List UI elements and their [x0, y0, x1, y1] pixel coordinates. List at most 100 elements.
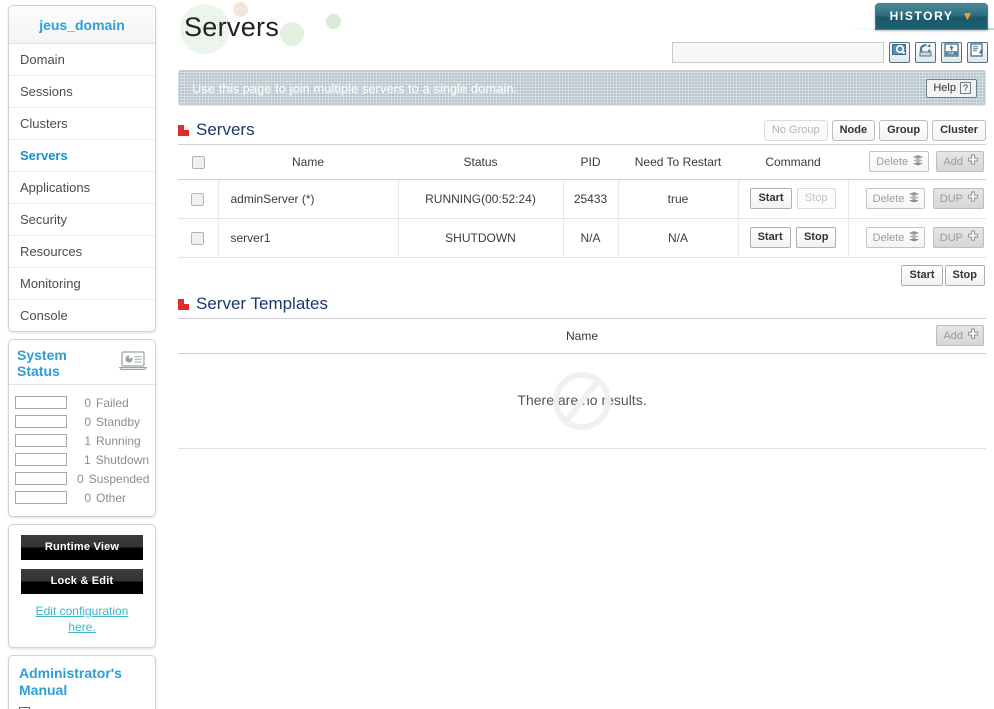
cell-server-status: SHUTDOWN: [398, 218, 564, 258]
add-server-label: Add: [943, 155, 963, 168]
status-row-shutdown: 1 Shutdown: [15, 450, 149, 469]
templates-section-header: Server Templates: [178, 290, 986, 318]
runtime-view-button[interactable]: Runtime View: [21, 535, 143, 560]
status-bar-suspended: [15, 472, 67, 485]
row-checkbox[interactable]: [191, 192, 205, 206]
search-icon-button[interactable]: [889, 42, 910, 63]
group-button-cluster[interactable]: Cluster: [932, 119, 986, 141]
templates-empty-state: There are no results.: [178, 354, 986, 449]
cell-server-name: server1: [218, 218, 399, 258]
status-bar-failed: [15, 396, 67, 409]
status-label-shutdown: Shutdown: [95, 452, 149, 467]
system-status-header: System Status: [9, 340, 155, 385]
sidebar-item-clusters[interactable]: Clusters: [9, 108, 155, 140]
servers-section-header: Servers No Group Node Group Cluster: [178, 116, 986, 144]
bulk-start-button[interactable]: Start: [901, 265, 943, 286]
templates-table: Name Add: [178, 318, 986, 354]
search-icon: [892, 43, 907, 62]
cell-server-name: adminServer (*): [218, 179, 399, 219]
system-status-rows: 0 Failed 0 Standby 1 Running 1 Shutdown: [9, 385, 155, 516]
search-input[interactable]: [672, 42, 884, 63]
dup-row-button[interactable]: DUP: [932, 227, 984, 248]
row-select-cell: [178, 179, 219, 219]
help-label: Help: [933, 81, 956, 94]
delete-row-button[interactable]: Delete: [865, 227, 926, 248]
status-count-other: 0: [84, 490, 91, 505]
page-title: Servers: [184, 12, 280, 42]
xml-export-icon: XML: [944, 43, 959, 62]
servers-section: Servers No Group Node Group Cluster Name…: [178, 116, 986, 286]
dup-row-label: DUP: [939, 192, 963, 205]
status-count-running: 1: [84, 433, 91, 448]
main-content: Servers HISTORY ▼ XML Use this page to j…: [170, 0, 994, 709]
servers-header-row: Name Status PID Need To Restart Command …: [178, 144, 986, 180]
lock-and-edit-button[interactable]: Lock & Edit: [21, 569, 143, 594]
info-banner: Use this page to join multiple servers t…: [178, 70, 986, 106]
add-template-button[interactable]: Add: [936, 325, 984, 346]
delete-all-label: Delete: [876, 155, 909, 168]
column-header-template-name: Name: [178, 318, 876, 354]
table-row: adminServer (*) RUNNING(00:52:24) 25433 …: [178, 179, 986, 219]
status-label-failed: Failed: [96, 395, 129, 410]
delete-all-button[interactable]: Delete: [869, 151, 930, 172]
script-download-icon-button[interactable]: [967, 42, 988, 63]
status-bar-shutdown: [15, 453, 67, 466]
sidebar-item-sessions[interactable]: Sessions: [9, 76, 155, 108]
sidebar-item-servers[interactable]: Servers: [9, 140, 155, 172]
start-button[interactable]: Start: [749, 227, 791, 248]
sidebar-item-console[interactable]: Console: [9, 300, 155, 331]
delete-row-label: Delete: [872, 192, 905, 205]
sidebar-item-domain[interactable]: Domain: [9, 44, 155, 76]
group-button-no-group[interactable]: No Group: [763, 119, 828, 141]
manual-title: Administrator's Manual: [19, 665, 122, 698]
status-bar-running: [15, 434, 67, 447]
edit-configuration-link[interactable]: Edit configuration here.: [21, 603, 143, 635]
administrators-manual-panel: Administrator's Manual Domain: [8, 655, 156, 709]
system-status-panel: System Status 0 Failed 0 Standby 1 Runni…: [8, 339, 156, 517]
cell-server-pid: 25433: [563, 179, 619, 219]
sidebar-nav-panel: jeus_domain Domain Sessions Clusters Ser…: [8, 5, 156, 332]
column-header-name: Name: [218, 144, 398, 180]
sidebar-item-security[interactable]: Security: [9, 204, 155, 236]
refresh-icon-button[interactable]: [915, 42, 936, 63]
actions-panel: Runtime View Lock & Edit Edit configurat…: [8, 524, 156, 648]
delete-row-button[interactable]: Delete: [865, 188, 926, 209]
status-row-failed: 0 Failed: [15, 393, 149, 412]
templates-empty-text: There are no results.: [517, 392, 647, 408]
sidebar-item-applications[interactable]: Applications: [9, 172, 155, 204]
sidebar-item-monitoring[interactable]: Monitoring: [9, 268, 155, 300]
plus-icon: [967, 154, 979, 169]
script-download-icon: [970, 43, 985, 62]
status-row-running: 1 Running: [15, 431, 149, 450]
stop-button[interactable]: Stop: [796, 188, 836, 209]
sidebar-item-resources[interactable]: Resources: [9, 236, 155, 268]
decorative-circle-small: [326, 14, 341, 29]
row-checkbox[interactable]: [191, 231, 205, 245]
servers-title-wrap: Servers: [178, 120, 255, 140]
group-button-node[interactable]: Node: [831, 119, 876, 141]
group-filter-buttons: No Group Node Group Cluster: [760, 119, 986, 141]
status-row-other: 0 Other: [15, 488, 149, 507]
help-button[interactable]: Help ?: [926, 78, 977, 98]
status-label-running: Running: [96, 433, 141, 448]
xml-export-icon-button[interactable]: XML: [941, 42, 962, 63]
dup-row-label: DUP: [939, 231, 963, 244]
stack-delete-icon: [908, 191, 920, 206]
group-button-group[interactable]: Group: [879, 119, 929, 141]
nav-list: Domain Sessions Clusters Servers Applica…: [9, 44, 155, 331]
refresh-icon: [918, 43, 933, 62]
sidebar: jeus_domain Domain Sessions Clusters Ser…: [8, 5, 156, 709]
add-server-button[interactable]: Add: [936, 151, 984, 172]
dup-row-button[interactable]: DUP: [932, 188, 984, 209]
servers-footer-buttons: Start Stop: [178, 258, 986, 286]
column-header-status: Status: [398, 144, 563, 180]
bulk-stop-button[interactable]: Stop: [944, 265, 985, 286]
history-button[interactable]: HISTORY ▼: [874, 3, 988, 30]
status-row-standby: 0 Standby: [15, 412, 149, 431]
start-button[interactable]: Start: [750, 188, 792, 209]
stack-delete-icon: [912, 154, 924, 169]
stop-button[interactable]: Stop: [795, 227, 837, 248]
servers-table-body: adminServer (*) RUNNING(00:52:24) 25433 …: [178, 179, 986, 258]
plus-icon: [967, 191, 979, 206]
select-all-checkbox[interactable]: [191, 155, 205, 169]
